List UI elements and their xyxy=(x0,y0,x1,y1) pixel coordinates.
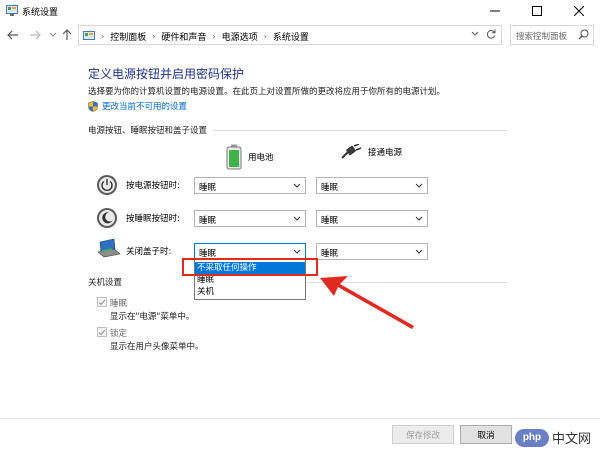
on-battery-column-header: 用电池 xyxy=(226,144,274,170)
select-value: 睡眠 xyxy=(321,249,339,259)
up-button[interactable] xyxy=(60,28,74,42)
back-button[interactable] xyxy=(6,28,20,42)
page-description: 选择要为你的计算机设置的电源设置。在此页上对设置所做的更改将应用于你所有的电源计… xyxy=(88,87,446,97)
chevron-down-icon xyxy=(293,249,301,254)
breadcrumb-separator: › xyxy=(152,32,156,41)
chevron-down-icon xyxy=(293,183,301,188)
close-button[interactable] xyxy=(558,0,600,22)
sleep-checkbox[interactable] xyxy=(97,297,107,307)
on-battery-label: 用电池 xyxy=(248,153,274,163)
dropdown-option[interactable]: 关机 xyxy=(195,286,305,298)
minimize-icon xyxy=(490,10,500,12)
sleep-button-plugged-select[interactable]: 睡眠 xyxy=(316,210,428,227)
address-bar[interactable]: › 控制面板 › 硬件和声音 › 电源选项 › 系统设置 xyxy=(78,25,502,45)
power-plug-icon xyxy=(341,144,362,159)
close-lid-label: 关闭盖子时: xyxy=(126,247,172,257)
address-dropdown-button[interactable] xyxy=(471,30,479,39)
lock-checkbox-description: 显示在用户头像菜单中。 xyxy=(110,342,204,352)
up-arrow-icon xyxy=(62,29,72,40)
sleep-button-icon xyxy=(97,208,117,228)
power-buttons-section-header: 电源按钮、睡眠按钮和盖子设置 xyxy=(88,124,508,136)
annotation-highlight-box xyxy=(182,258,318,276)
breadcrumb-item[interactable]: 电源选项 xyxy=(222,30,258,43)
battery-icon xyxy=(226,144,242,170)
search-icon xyxy=(578,29,589,40)
breadcrumb-separator: › xyxy=(263,32,267,41)
watermark-logo: php xyxy=(515,428,549,447)
chevron-down-icon xyxy=(471,31,479,36)
section-title: 电源按钮、睡眠按钮和盖子设置 xyxy=(88,126,208,136)
breadcrumb-separator: › xyxy=(212,32,216,41)
refresh-icon xyxy=(486,29,496,39)
page-title: 定义电源按钮并启用密码保护 xyxy=(88,67,245,81)
maximize-icon xyxy=(532,6,542,16)
chevron-down-icon xyxy=(293,216,301,221)
sleep-checkbox-label: 睡眠 xyxy=(110,299,128,309)
site-watermark: php 中文网 xyxy=(515,428,591,447)
sleep-button-label: 按睡眠按钮时: xyxy=(126,214,180,224)
navigation-bar: › 控制面板 › 硬件和声音 › 电源选项 › 系统设置 搜索控制面板 xyxy=(0,24,600,46)
select-value: 睡眠 xyxy=(199,216,217,226)
select-value: 睡眠 xyxy=(199,183,217,193)
checkmark-icon xyxy=(98,329,106,335)
sleep-checkbox-description: 显示在"电源"菜单中。 xyxy=(110,312,195,322)
breadcrumb-item[interactable]: 控制面板 xyxy=(110,30,146,43)
power-button-battery-select[interactable]: 睡眠 xyxy=(194,177,306,194)
control-panel-icon xyxy=(83,31,95,40)
plugged-in-label: 接通电源 xyxy=(368,148,403,158)
control-panel-icon xyxy=(6,5,18,16)
refresh-button[interactable] xyxy=(486,29,496,42)
search-box[interactable]: 搜索控制面板 xyxy=(510,25,594,45)
uac-shield-icon xyxy=(88,100,98,112)
chevron-down-icon xyxy=(49,32,57,37)
sleep-button-battery-select[interactable]: 睡眠 xyxy=(194,210,306,227)
footer-divider xyxy=(0,418,600,419)
save-button[interactable]: 保存修改 xyxy=(392,425,454,444)
recent-locations-button[interactable] xyxy=(46,28,60,42)
power-button-label: 按电源按钮时: xyxy=(126,181,180,191)
cancel-button[interactable]: 取消 xyxy=(460,425,512,444)
plugged-in-column-header: 接通电源 xyxy=(340,144,402,160)
breadcrumb-item[interactable]: 硬件和声音 xyxy=(161,30,206,43)
change-settings-link[interactable]: 更改当前不可用的设置 xyxy=(88,100,187,112)
close-lid-plugged-select[interactable]: 睡眠 xyxy=(316,243,428,260)
forward-arrow-icon xyxy=(30,30,41,40)
breadcrumb-item[interactable]: 系统设置 xyxy=(273,30,309,43)
divider xyxy=(213,129,508,131)
power-button-plugged-select[interactable]: 睡眠 xyxy=(316,177,428,194)
back-arrow-icon xyxy=(7,30,18,40)
minimize-button[interactable] xyxy=(474,0,516,22)
chevron-down-icon xyxy=(415,183,423,188)
close-icon xyxy=(574,6,584,16)
breadcrumb-separator: › xyxy=(101,32,105,41)
chevron-down-icon xyxy=(415,249,423,254)
change-settings-link-label: 更改当前不可用的设置 xyxy=(102,102,188,112)
title-bar: 系统设置 xyxy=(0,0,600,22)
lock-checkbox-label: 锁定 xyxy=(110,329,128,339)
forward-button[interactable] xyxy=(28,28,42,42)
select-value: 睡眠 xyxy=(321,216,339,226)
maximize-button[interactable] xyxy=(516,0,558,22)
chevron-down-icon xyxy=(415,216,423,221)
breadcrumb: › 控制面板 › 硬件和声音 › 电源选项 › 系统设置 xyxy=(83,30,309,43)
window-title: 系统设置 xyxy=(22,8,59,18)
watermark-text: 中文网 xyxy=(552,432,592,447)
annotation-arrow xyxy=(320,276,414,329)
select-value: 睡眠 xyxy=(321,183,339,193)
power-button-icon xyxy=(97,175,117,195)
checkmark-icon xyxy=(98,299,106,305)
search-placeholder: 搜索控制面板 xyxy=(516,32,568,42)
section-title: 关机设置 xyxy=(88,278,123,288)
laptop-lid-icon xyxy=(97,238,121,258)
lock-checkbox[interactable] xyxy=(97,327,107,337)
